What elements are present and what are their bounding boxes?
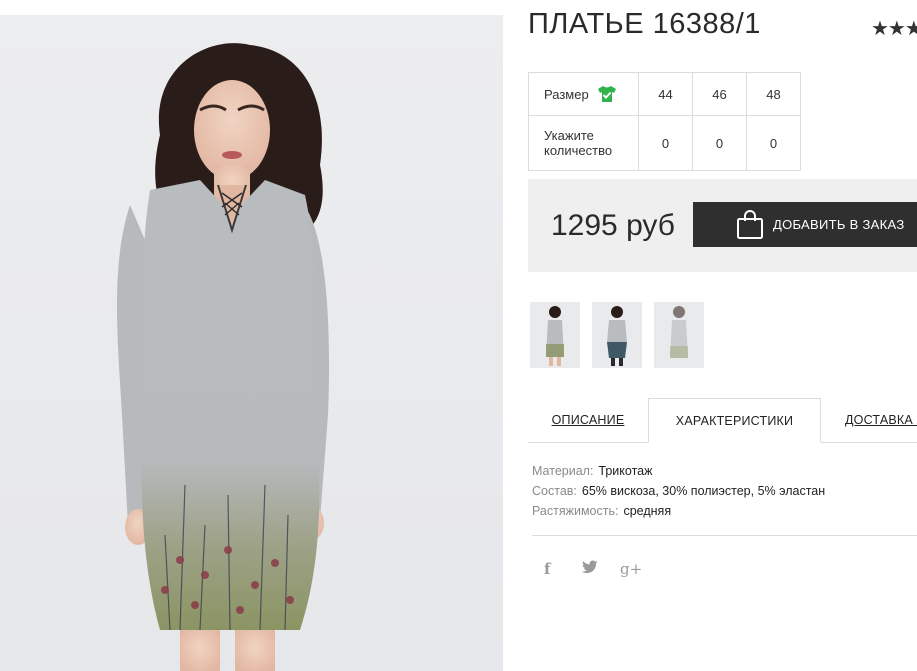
- thumbnail-1[interactable]: [530, 302, 580, 368]
- shopping-bag-icon: [737, 210, 763, 239]
- google-plus-icon[interactable]: g+: [620, 560, 658, 580]
- size-44[interactable]: 44: [638, 72, 693, 116]
- facebook-icon[interactable]: f: [544, 560, 582, 580]
- spec-row-material: Материал: Трикотаж: [532, 464, 653, 478]
- quantity-input-46[interactable]: 0: [692, 115, 747, 171]
- add-to-order-label: ДОБАВИТЬ В ЗАКАЗ: [773, 217, 905, 232]
- size-label: Размер: [544, 86, 589, 102]
- quantity-label: Укажите количество: [528, 115, 639, 171]
- social-share: f g+: [544, 560, 658, 580]
- tab-description[interactable]: ОПИСАНИЕ: [528, 398, 648, 442]
- spec-row-stretch: Растяжимость: средняя: [532, 504, 672, 518]
- size-48[interactable]: 48: [746, 72, 801, 116]
- size-46[interactable]: 46: [692, 72, 747, 116]
- size-label-cell: Размер: [528, 72, 639, 116]
- thumbnail-strip: [530, 302, 704, 368]
- rating-stars[interactable]: ★★★: [871, 16, 917, 41]
- product-main-photo[interactable]: [0, 15, 503, 671]
- quantity-input-48[interactable]: 0: [746, 115, 801, 171]
- thumbnail-3[interactable]: [654, 302, 704, 368]
- quantity-input-44[interactable]: 0: [638, 115, 693, 171]
- add-to-order-button[interactable]: ДОБАВИТЬ В ЗАКАЗ: [693, 202, 917, 247]
- tab-characteristics[interactable]: ХАРАКТЕРИСТИКИ: [648, 398, 821, 443]
- product-title: ПЛАТЬЕ 16388/1: [528, 8, 761, 40]
- price-box: 1295 руб ДОБАВИТЬ В ЗАКАЗ: [528, 179, 917, 272]
- size-table: Размер 44 46 48 Укажите количество 0 0 0: [528, 72, 801, 171]
- tshirt-check-icon[interactable]: [597, 85, 617, 103]
- spec-row-composition: Состав: 65% вискоза, 30% полиэстер, 5% эл…: [532, 484, 826, 498]
- divider: [532, 535, 917, 536]
- product-photo-illustration: [117, 43, 330, 671]
- specs-list: Материал: Трикотаж Состав: 65% вискоза, 30…: [532, 461, 825, 521]
- thumbnail-2[interactable]: [592, 302, 642, 368]
- tab-delivery[interactable]: ДОСТАВКА И: [831, 398, 917, 442]
- twitter-icon[interactable]: [582, 560, 620, 580]
- product-tabs: ОПИСАНИЕ ХАРАКТЕРИСТИКИ ДОСТАВКА И: [528, 398, 917, 443]
- price: 1295 руб: [551, 209, 675, 242]
